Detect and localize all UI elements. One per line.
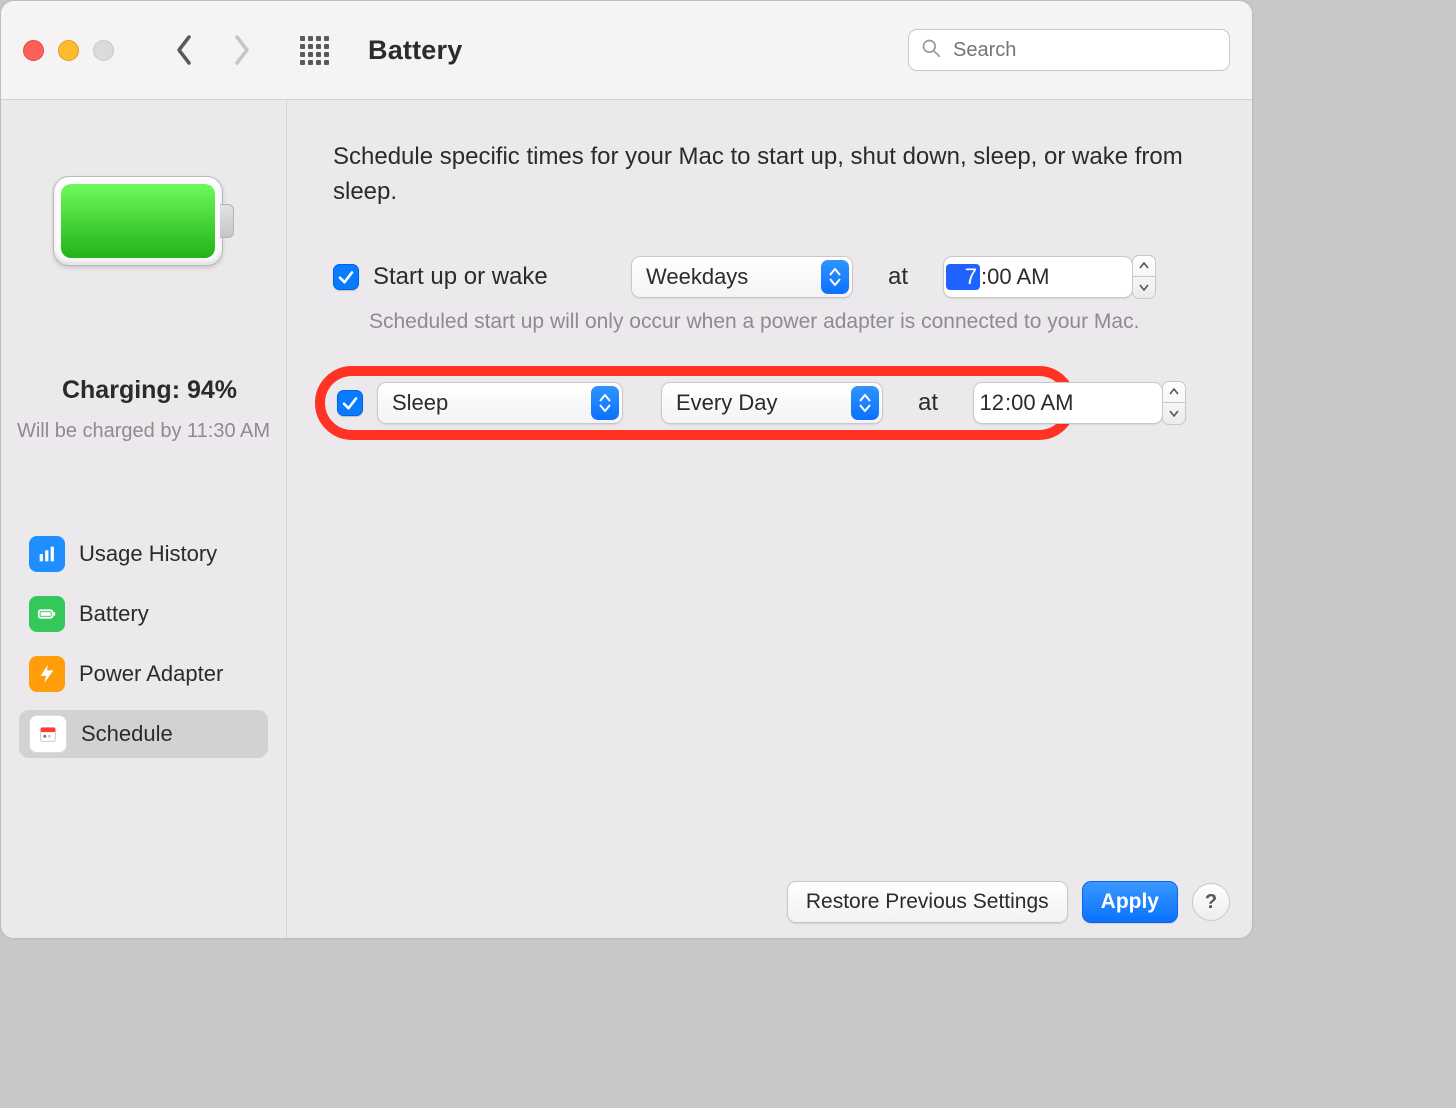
show-all-icon[interactable] [300, 36, 328, 64]
zoom-window-button[interactable] [93, 40, 114, 61]
close-window-button[interactable] [23, 40, 44, 61]
battery-icon [29, 596, 65, 632]
power-adapter-icon [29, 656, 65, 692]
sidebar-nav: Usage History Battery Power Adapter [1, 530, 286, 770]
stepper-down-icon[interactable] [1163, 402, 1185, 424]
stepper-up-icon[interactable] [1163, 382, 1185, 403]
stepper-down-icon[interactable] [1133, 276, 1155, 298]
sleep-time-stepper[interactable] [1162, 381, 1186, 425]
sleep-time-hour[interactable]: 12 [976, 390, 1004, 416]
sidebar-item-label: Battery [79, 601, 149, 627]
popup-arrows-icon [821, 260, 849, 294]
nav-arrows [174, 33, 252, 67]
charge-status: Charging: 94% Will be charged by 11:30 A… [16, 336, 271, 446]
startup-day-popup[interactable]: Weekdays [631, 256, 853, 298]
sleep-checkbox[interactable] [337, 390, 363, 416]
search-input[interactable] [951, 38, 1217, 63]
body: Charging: 94% Will be charged by 11:30 A… [1, 100, 1252, 939]
battery-fill-icon [61, 184, 215, 258]
sleep-action-value: Sleep [392, 390, 448, 416]
sleep-row: Sleep Every Day at [337, 382, 1202, 424]
sidebar-item-power-adapter[interactable]: Power Adapter [19, 650, 268, 698]
sleep-day-value: Every Day [676, 390, 777, 416]
battery-preferences-window: Battery Charging: 94% Will be charged by… [0, 0, 1253, 939]
footer: Restore Previous Settings Apply ? [287, 865, 1252, 939]
apply-button[interactable]: Apply [1082, 881, 1178, 923]
schedule-description: Schedule specific times for your Mac to … [333, 140, 1193, 210]
startup-day-value: Weekdays [646, 264, 748, 290]
usage-history-icon [29, 536, 65, 572]
startup-time-stepper[interactable] [1132, 255, 1156, 299]
sidebar-item-label: Usage History [79, 541, 217, 567]
at-label: at [883, 263, 913, 291]
startup-time-hour[interactable]: 7 [946, 264, 980, 290]
sidebar-item-usage-history[interactable]: Usage History [19, 530, 268, 578]
sleep-action-popup[interactable]: Sleep [377, 382, 623, 424]
schedule-icon [29, 715, 67, 753]
battery-body-icon [53, 176, 223, 266]
sleep-time-field[interactable]: 12 :00 AM [973, 382, 1163, 424]
minimize-window-button[interactable] [58, 40, 79, 61]
sidebar-item-label: Power Adapter [79, 661, 223, 687]
window-controls [23, 40, 114, 61]
sleep-time-rest[interactable]: :00 AM [1005, 390, 1073, 416]
sidebar-item-schedule[interactable]: Schedule [19, 710, 268, 758]
popup-arrows-icon [591, 386, 619, 420]
sidebar-item-label: Schedule [81, 721, 173, 747]
charging-note-label: Will be charged by 11:30 AM [16, 417, 271, 446]
battery-tip-icon [220, 204, 234, 238]
stepper-up-icon[interactable] [1133, 256, 1155, 277]
battery-graphic [53, 176, 234, 264]
charging-percentage-label: Charging: 94% [16, 336, 271, 405]
toolbar: Battery [1, 1, 1252, 100]
back-button[interactable] [174, 33, 196, 67]
startup-time-field[interactable]: 7 :00 AM [943, 256, 1133, 298]
sleep-row-highlighted: Sleep Every Day at [333, 372, 1218, 434]
main-content: Schedule specific times for your Mac to … [287, 100, 1252, 939]
restore-previous-settings-button[interactable]: Restore Previous Settings [787, 881, 1068, 923]
sidebar: Charging: 94% Will be charged by 11:30 A… [1, 100, 287, 939]
sidebar-item-battery[interactable]: Battery [19, 590, 268, 638]
startup-wake-label: Start up or wake [373, 263, 631, 291]
help-button[interactable]: ? [1192, 883, 1230, 921]
sleep-day-popup[interactable]: Every Day [661, 382, 883, 424]
startup-note: Scheduled start up will only occur when … [369, 310, 1218, 334]
search-icon [921, 38, 941, 63]
startup-wake-checkbox[interactable] [333, 264, 359, 290]
at-label: at [913, 389, 943, 417]
popup-arrows-icon [851, 386, 879, 420]
startup-time-rest[interactable]: :00 AM [981, 264, 1049, 290]
pane-title: Battery [368, 35, 462, 66]
search-field[interactable] [908, 29, 1230, 71]
forward-button[interactable] [230, 33, 252, 67]
startup-wake-row: Start up or wake Weekdays at 7 :00 AM [333, 256, 1218, 298]
